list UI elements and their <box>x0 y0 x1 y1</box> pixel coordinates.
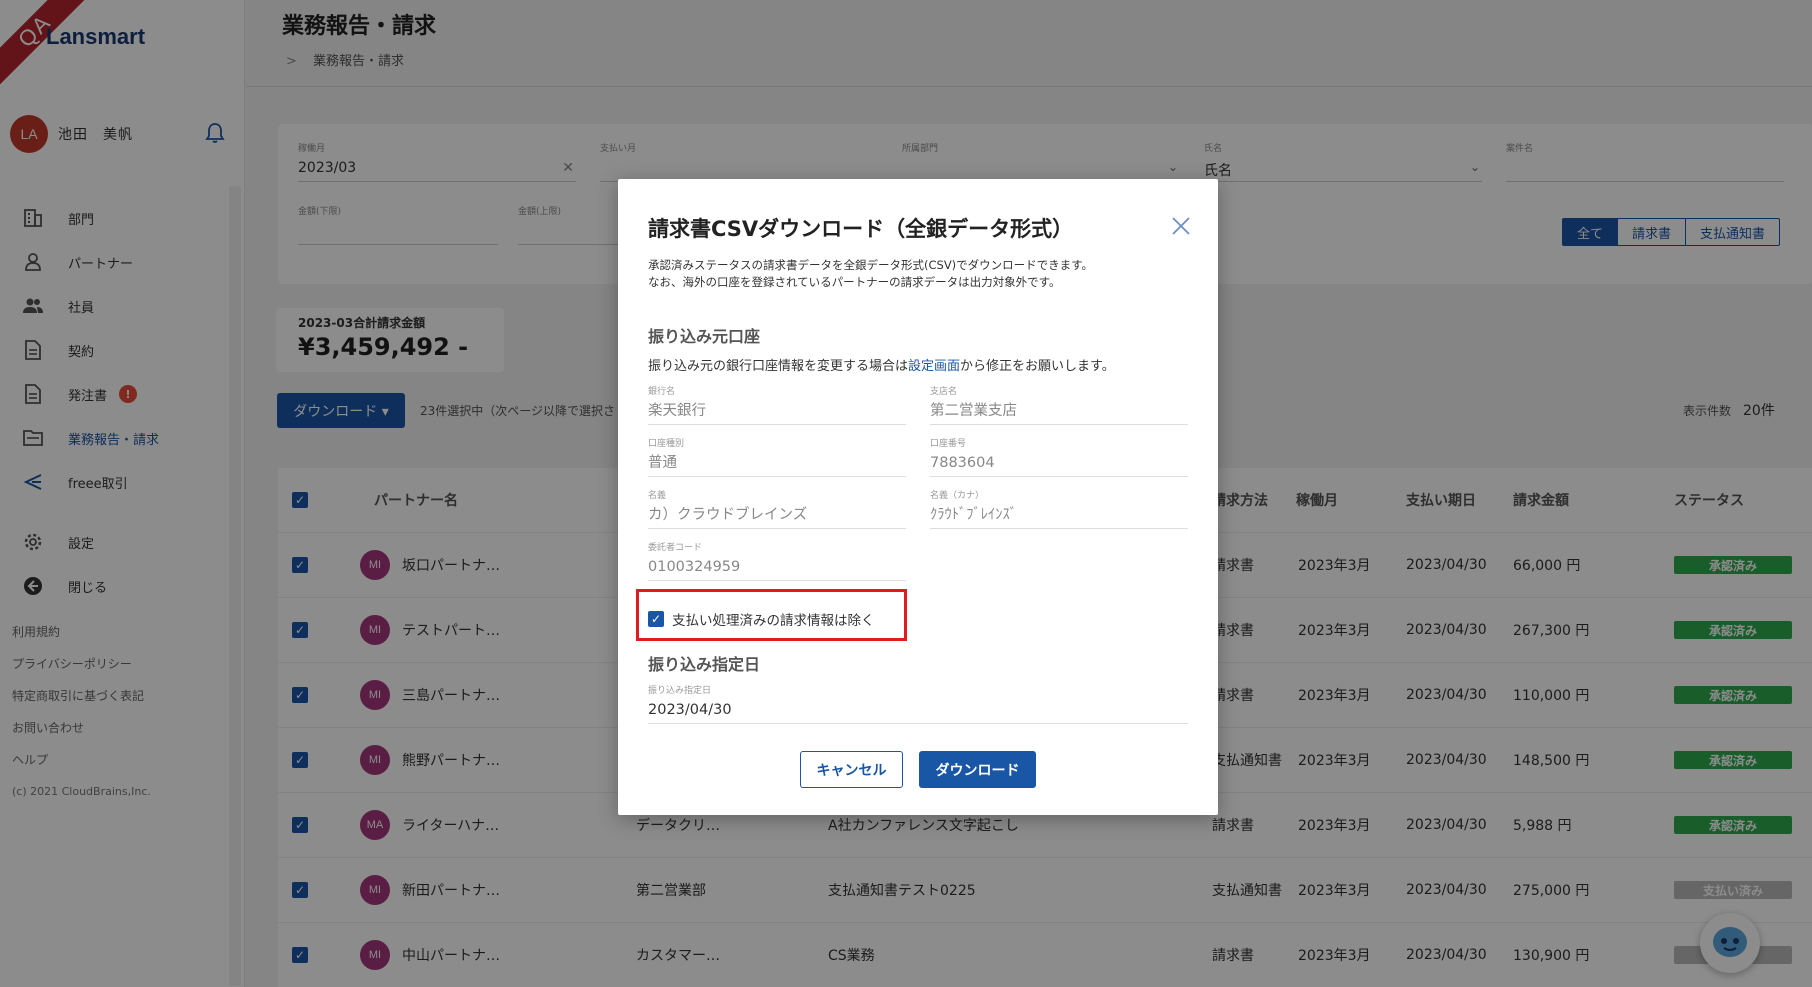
field-label: 口座種別 <box>648 439 685 449</box>
close-icon[interactable] <box>1170 215 1192 237</box>
field-value: 0100324959 <box>648 555 906 581</box>
field-label: 振り込み指定日 <box>648 686 712 696</box>
dialog-title: 請求書CSVダウンロード（全銀データ形式） <box>648 217 1074 241</box>
description-line: なお、海外の口座を登録されているパートナーの請求データは出力対象外です。 <box>648 275 1061 289</box>
field-value: カ）クラウドブレインズ <box>648 503 906 529</box>
transfer-date-field[interactable]: 振り込み指定日 2023/04/30 <box>648 683 1188 724</box>
checkbox-label[interactable]: 支払い処理済みの請求情報は除く <box>672 609 875 629</box>
field-label: 支店名 <box>930 387 958 397</box>
exclude-paid-checkbox[interactable]: ✓ <box>648 611 664 627</box>
note-text: から修正をお願いします。 <box>960 359 1115 374</box>
cancel-button[interactable]: キャンセル <box>800 751 903 788</box>
note-text: 振り込み元の銀行口座情報を変更する場合は <box>648 359 909 374</box>
account-note: 振り込み元の銀行口座情報を変更する場合は設定画面から修正をお願いします。 <box>648 355 1115 374</box>
field-value: 楽天銀行 <box>648 399 906 425</box>
dialog-actions: キャンセル ダウンロード <box>618 751 1218 788</box>
exclude-paid-option[interactable]: ✓ 支払い処理済みの請求情報は除く <box>648 609 875 629</box>
section-title-account: 振り込み元口座 <box>648 327 761 346</box>
field-value: 第二営業支店 <box>930 399 1188 425</box>
download-button[interactable]: ダウンロード <box>919 751 1036 788</box>
account-type-field: 口座種別 普通 <box>648 436 906 477</box>
field-label: 名義 <box>648 491 667 501</box>
field-label: 名義（カナ） <box>930 491 985 501</box>
branch-name-field: 支店名 第二営業支店 <box>930 384 1188 425</box>
bank-name-field: 銀行名 楽天銀行 <box>648 384 906 425</box>
account-holder-field: 名義 カ）クラウドブレインズ <box>648 488 906 529</box>
description-line: 承認済みステータスの請求書データを全銀データ形式(CSV)でダウンロードできます… <box>648 258 1094 272</box>
settings-link[interactable]: 設定画面 <box>908 359 960 374</box>
consignor-code-field: 委託者コード 0100324959 <box>648 540 906 581</box>
dialog-description: 承認済みステータスの請求書データを全銀データ形式(CSV)でダウンロードできます… <box>648 257 1093 291</box>
transfer-date-input[interactable]: 2023/04/30 <box>648 698 1188 724</box>
field-label: 口座番号 <box>930 439 967 449</box>
field-value: 7883604 <box>930 451 1188 477</box>
section-title-date: 振り込み指定日 <box>648 655 761 674</box>
field-value: ｸﾗｳﾄﾞﾌﾞﾚｲﾝｽﾞ <box>930 503 1188 529</box>
account-holder-kana-field: 名義（カナ） ｸﾗｳﾄﾞﾌﾞﾚｲﾝｽﾞ <box>930 488 1188 529</box>
account-number-field: 口座番号 7883604 <box>930 436 1188 477</box>
field-label: 銀行名 <box>648 387 676 397</box>
field-label: 委託者コード <box>648 543 703 553</box>
field-value: 普通 <box>648 451 906 477</box>
csv-download-dialog: 請求書CSVダウンロード（全銀データ形式） 承認済みステータスの請求書データを全… <box>618 179 1218 815</box>
